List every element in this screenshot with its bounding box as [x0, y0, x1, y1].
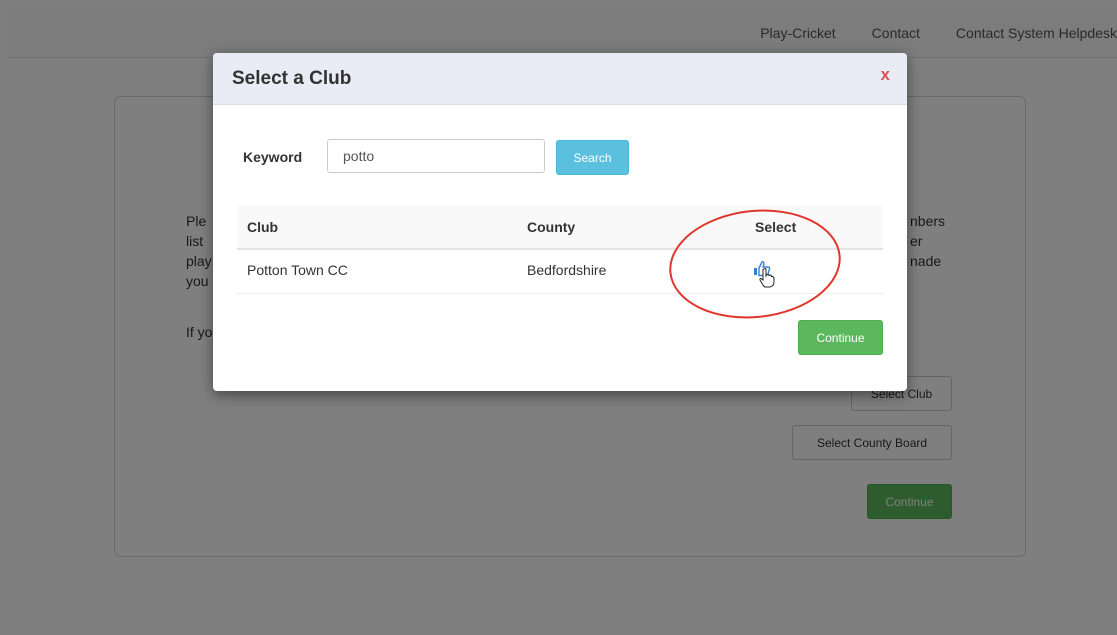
column-header-county: County	[527, 219, 576, 235]
keyword-label: Keyword	[243, 149, 303, 165]
search-button[interactable]: Search	[556, 140, 629, 175]
column-header-club: Club	[247, 219, 279, 235]
modal-header: Select a Club x	[213, 53, 907, 105]
county-cell: Bedfordshire	[527, 262, 607, 278]
keyword-input[interactable]: potto	[327, 139, 545, 173]
modal-title: Select a Club	[232, 68, 352, 89]
select-club-modal: Select a Club x Keyword potto Search Clu…	[213, 53, 907, 391]
close-button[interactable]: x	[881, 65, 890, 85]
modal-continue-button[interactable]: Continue	[798, 320, 883, 355]
club-name-cell: Potton Town CC	[247, 262, 348, 278]
